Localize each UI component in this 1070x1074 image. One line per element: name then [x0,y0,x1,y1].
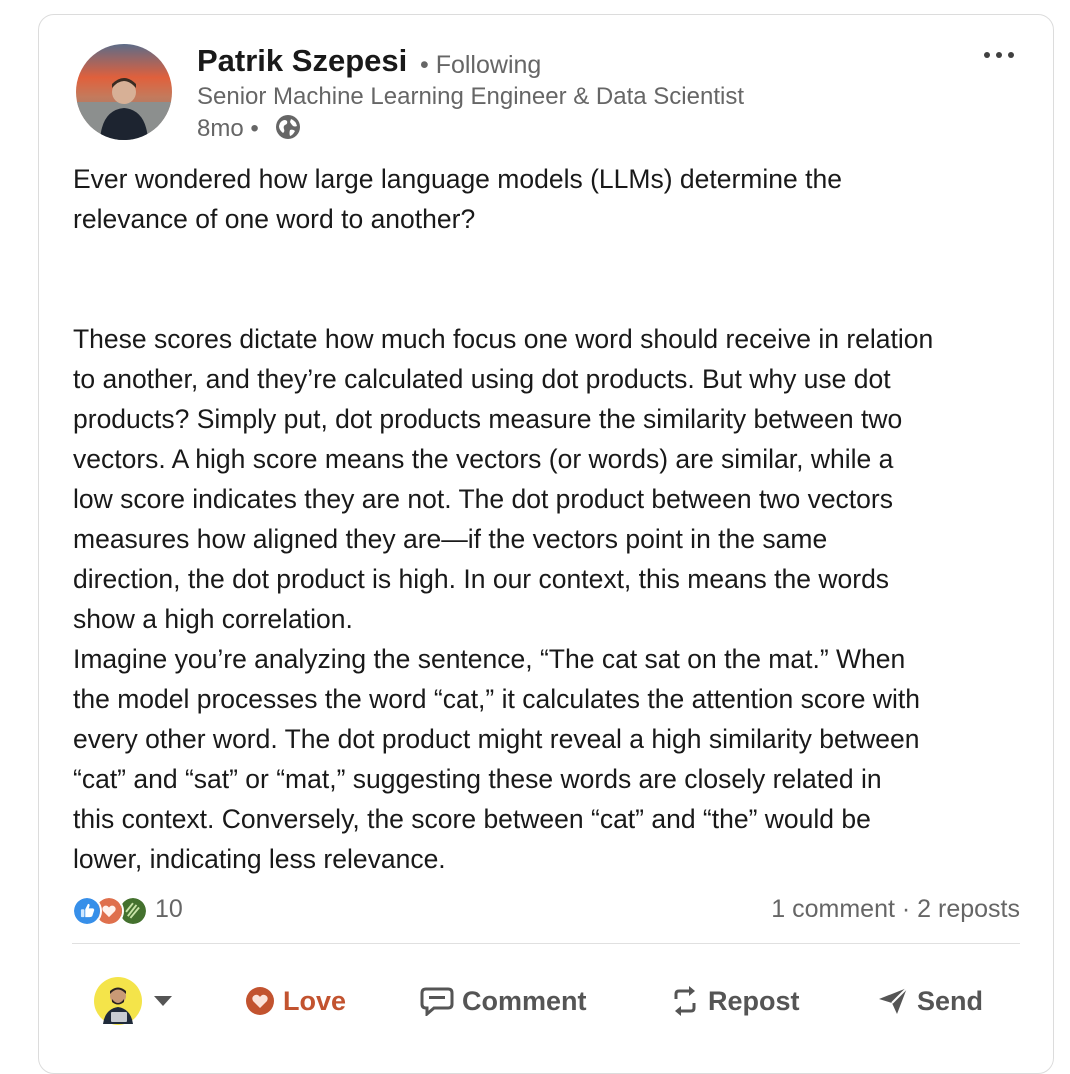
post-line: products? Simply put, dot products measu… [73,404,903,434]
chevron-down-icon [154,996,172,1006]
user-avatar [94,977,142,1025]
send-label: Send [917,985,984,1016]
send-button[interactable]: Send [877,979,983,1023]
like-icon [72,896,102,926]
repost-icon [674,986,696,1016]
send-icon [879,987,908,1014]
post-line: “cat” and “sat” or “mat,” suggesting the… [73,764,882,794]
author-avatar[interactable] [76,44,172,140]
post-line: the model processes the word “cat,” it c… [73,684,920,714]
reaction-author-selector[interactable] [93,977,181,1025]
post-line: this context. Conversely, the score betw… [73,804,871,834]
reaction-count[interactable]: 10 [155,895,183,924]
post-timestamp: 8mo • [197,115,259,142]
post-line: lower, indicating less relevance. [73,844,446,874]
divider [72,943,1020,944]
post-card: Patrik Szepesi • Following Senior Machin… [38,14,1054,1074]
repost-button[interactable]: Repost [670,979,800,1023]
post-line: Ever wondered how large language models … [73,164,842,194]
comment-label: Comment [462,985,587,1016]
post-line: Imagine you’re analyzing the sentence, “… [73,644,906,674]
love-button[interactable]: Love [245,979,346,1023]
post-body: Ever wondered how large language models … [73,159,1033,879]
globe-icon [276,115,300,139]
post-line: low score indicates they are not. The do… [73,484,893,514]
post-line: direction, the dot product is high. In o… [73,564,890,594]
post-line: every other word. The dot product might … [73,724,920,754]
author-headline: Senior Machine Learning Engineer & Data … [197,83,744,110]
post-line: relevance of one word to another? [73,204,476,234]
author-name[interactable]: Patrik Szepesi [197,43,407,79]
post-line: to another, and they’re calculated using… [73,364,891,394]
comment-icon [420,987,454,1016]
post-line: show a high correlation. [73,604,353,634]
comments-reposts-count[interactable]: 1 comment · 2 reposts [771,895,1020,924]
follow-status: • Following [420,51,542,79]
more-options-icon[interactable] [981,43,1017,67]
comment-button[interactable]: Comment [420,979,587,1023]
love-icon [246,987,274,1015]
post-line: These scores dictate how much focus one … [73,324,934,354]
love-label: Love [283,985,347,1016]
post-line: vectors. A high score means the vectors … [73,444,894,474]
post-line: measures how aligned they are—if the vec… [73,524,828,554]
repost-label: Repost [708,985,800,1016]
